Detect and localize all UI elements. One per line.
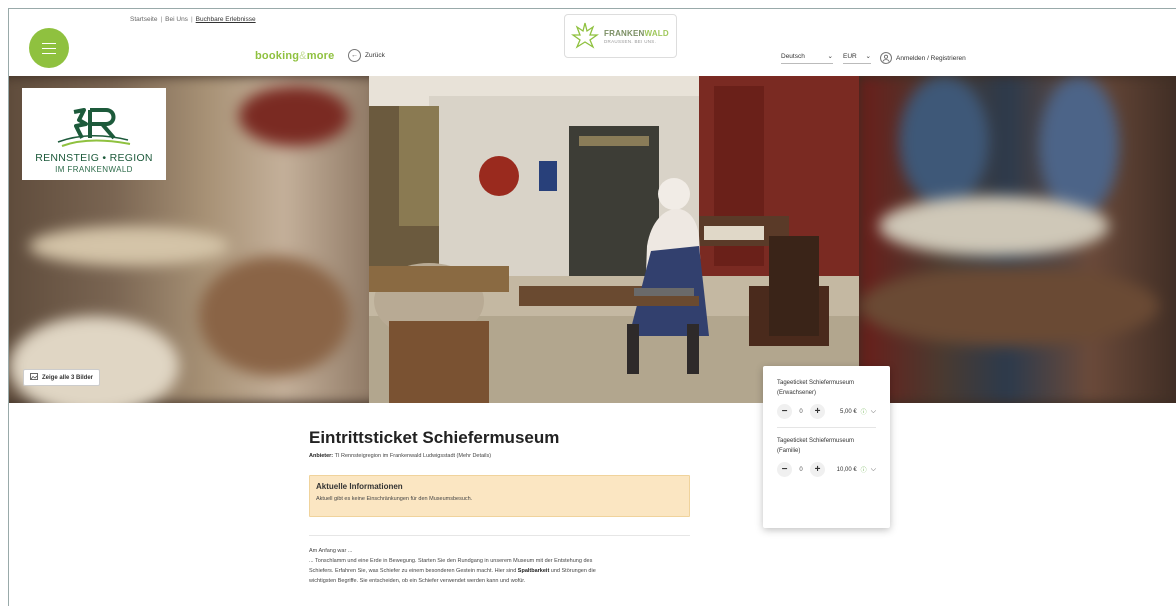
breadcrumb: Startseite | Bei Uns | Buchbare Erlebnisse <box>130 16 256 23</box>
breadcrumb-item[interactable]: Startseite <box>130 16 157 23</box>
back-arrow-icon: ← <box>348 49 361 62</box>
page-frame: Startseite | Bei Uns | Buchbare Erlebnisse b… <box>8 8 1176 606</box>
breadcrumb-item[interactable]: Bei Uns <box>165 16 188 23</box>
logo-name: FRANKENWALD <box>604 28 669 38</box>
info-notice: Aktuelle Informationen Aktuell gibt es k… <box>309 475 690 517</box>
breadcrumb-item-current[interactable]: Buchbare Erlebnisse <box>196 16 256 23</box>
info-icon[interactable]: ⓘ <box>861 465 867 474</box>
language-select[interactable]: Deutsch ⌄ <box>781 52 833 64</box>
chevron-down-icon: ⌄ <box>827 53 833 60</box>
menu-icon-line <box>42 47 56 49</box>
login-link[interactable]: Anmelden / Registrieren <box>880 52 966 64</box>
description-text: Am Anfang war ... ... Tonschlamm und ein… <box>309 548 596 584</box>
menu-button[interactable] <box>29 28 69 68</box>
hero-background-right <box>859 76 1176 403</box>
provider-link[interactable]: TI Rennsteigregion im Frankenwald Ludwig… <box>335 453 492 459</box>
ticket-quantity[interactable]: 0 <box>796 467 806 473</box>
back-label: Zurück <box>365 52 385 59</box>
decrease-quantity-button[interactable]: − <box>777 462 792 477</box>
gallery-icon <box>30 373 38 382</box>
workshop-photo <box>369 76 859 403</box>
ticket-price: 5,00 € <box>839 408 857 415</box>
chevron-down-icon: ⌄ <box>865 53 871 60</box>
back-link[interactable]: ← Zurück <box>348 49 385 62</box>
provider-info: Anbieter: TI Rennsteigregion im Frankenw… <box>309 453 492 459</box>
ticket-quantity[interactable]: 0 <box>796 409 806 415</box>
ticket-quantity-row: − 0 + 10,00 € ⓘ ⌵ <box>777 462 876 477</box>
rennsteig-logo-mark-icon <box>57 108 131 147</box>
ticket-quantity-row: − 0 + 5,00 € ⓘ ⌵ <box>777 404 876 419</box>
logo-tagline: DRAUSSEN. BEI UNS. <box>604 38 657 44</box>
ticket-name: Tageeticket Schiefermuseum (Familie) <box>777 438 855 454</box>
user-icon <box>880 52 892 64</box>
menu-icon-line <box>42 42 56 44</box>
partner-logo-line2: IM FRANKENWALD <box>55 165 133 174</box>
site-header: Startseite | Bei Uns | Buchbare Erlebnisse b… <box>9 9 1176 76</box>
frankenwald-leaf-icon <box>571 22 599 49</box>
ticket-name: Tageeticket Schiefermuseum (Erwachsener) <box>777 380 855 396</box>
notice-heading: Aktuelle Informationen <box>316 482 403 491</box>
rennsteig-region-logo: RENNSTEIG • REGION IM FRANKENWALD <box>22 88 166 180</box>
decrease-quantity-button[interactable]: − <box>777 404 792 419</box>
page-title: Eintrittsticket Schiefermuseum <box>309 428 560 447</box>
divider <box>309 535 690 536</box>
frankenwald-logo[interactable]: FRANKENWALD DRAUSSEN. BEI UNS. <box>564 14 677 58</box>
divider <box>777 427 876 428</box>
increase-quantity-button[interactable]: + <box>810 404 825 419</box>
increase-quantity-button[interactable]: + <box>810 462 825 477</box>
hero-image <box>369 76 859 403</box>
notice-text: Aktuell gibt es keine Einschränkungen fü… <box>316 496 473 502</box>
booking-more-logo[interactable]: booking&more <box>255 50 334 62</box>
menu-icon-line <box>42 52 56 54</box>
show-all-images-button[interactable]: Zeige alle 3 Bilder <box>23 369 101 386</box>
ticket-price: 10,00 € <box>836 466 857 473</box>
info-icon[interactable]: ⓘ <box>861 407 867 416</box>
hero-gallery[interactable]: RENNSTEIG • REGION IM FRANKENWALD Zeige … <box>9 76 1176 403</box>
ticket-booking-card: Tageeticket Schiefermuseum (Erwachsener)… <box>763 366 890 528</box>
chevron-down-icon[interactable]: ⌵ <box>871 408 876 416</box>
chevron-down-icon[interactable]: ⌵ <box>871 466 876 474</box>
partner-logo-line1: RENNSTEIG • REGION <box>35 152 153 164</box>
currency-select[interactable]: EUR ⌄ <box>843 52 871 64</box>
